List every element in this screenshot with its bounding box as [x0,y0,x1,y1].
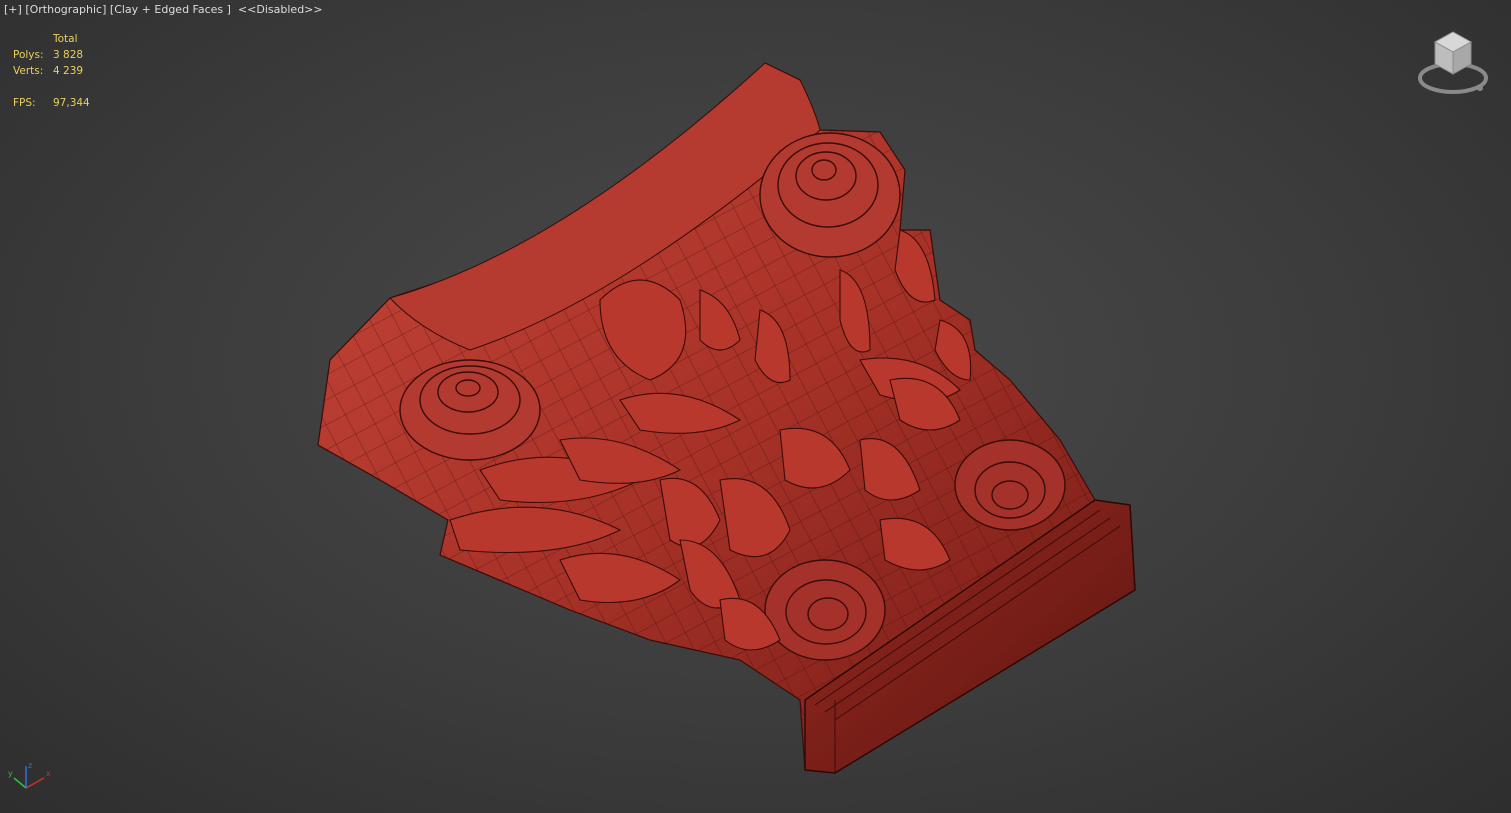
axis-y-label: y [8,769,13,778]
viewcube-icon[interactable] [1416,28,1490,98]
axis-x-label: x [46,769,51,778]
axis-tripod-icon: x y z [8,761,51,789]
volute-bottom [764,559,886,661]
viewport-model[interactable] [0,0,1511,813]
volute-top [759,132,901,258]
volute-right [954,439,1066,531]
volute-left [399,359,541,461]
axis-z-label: z [28,761,32,770]
